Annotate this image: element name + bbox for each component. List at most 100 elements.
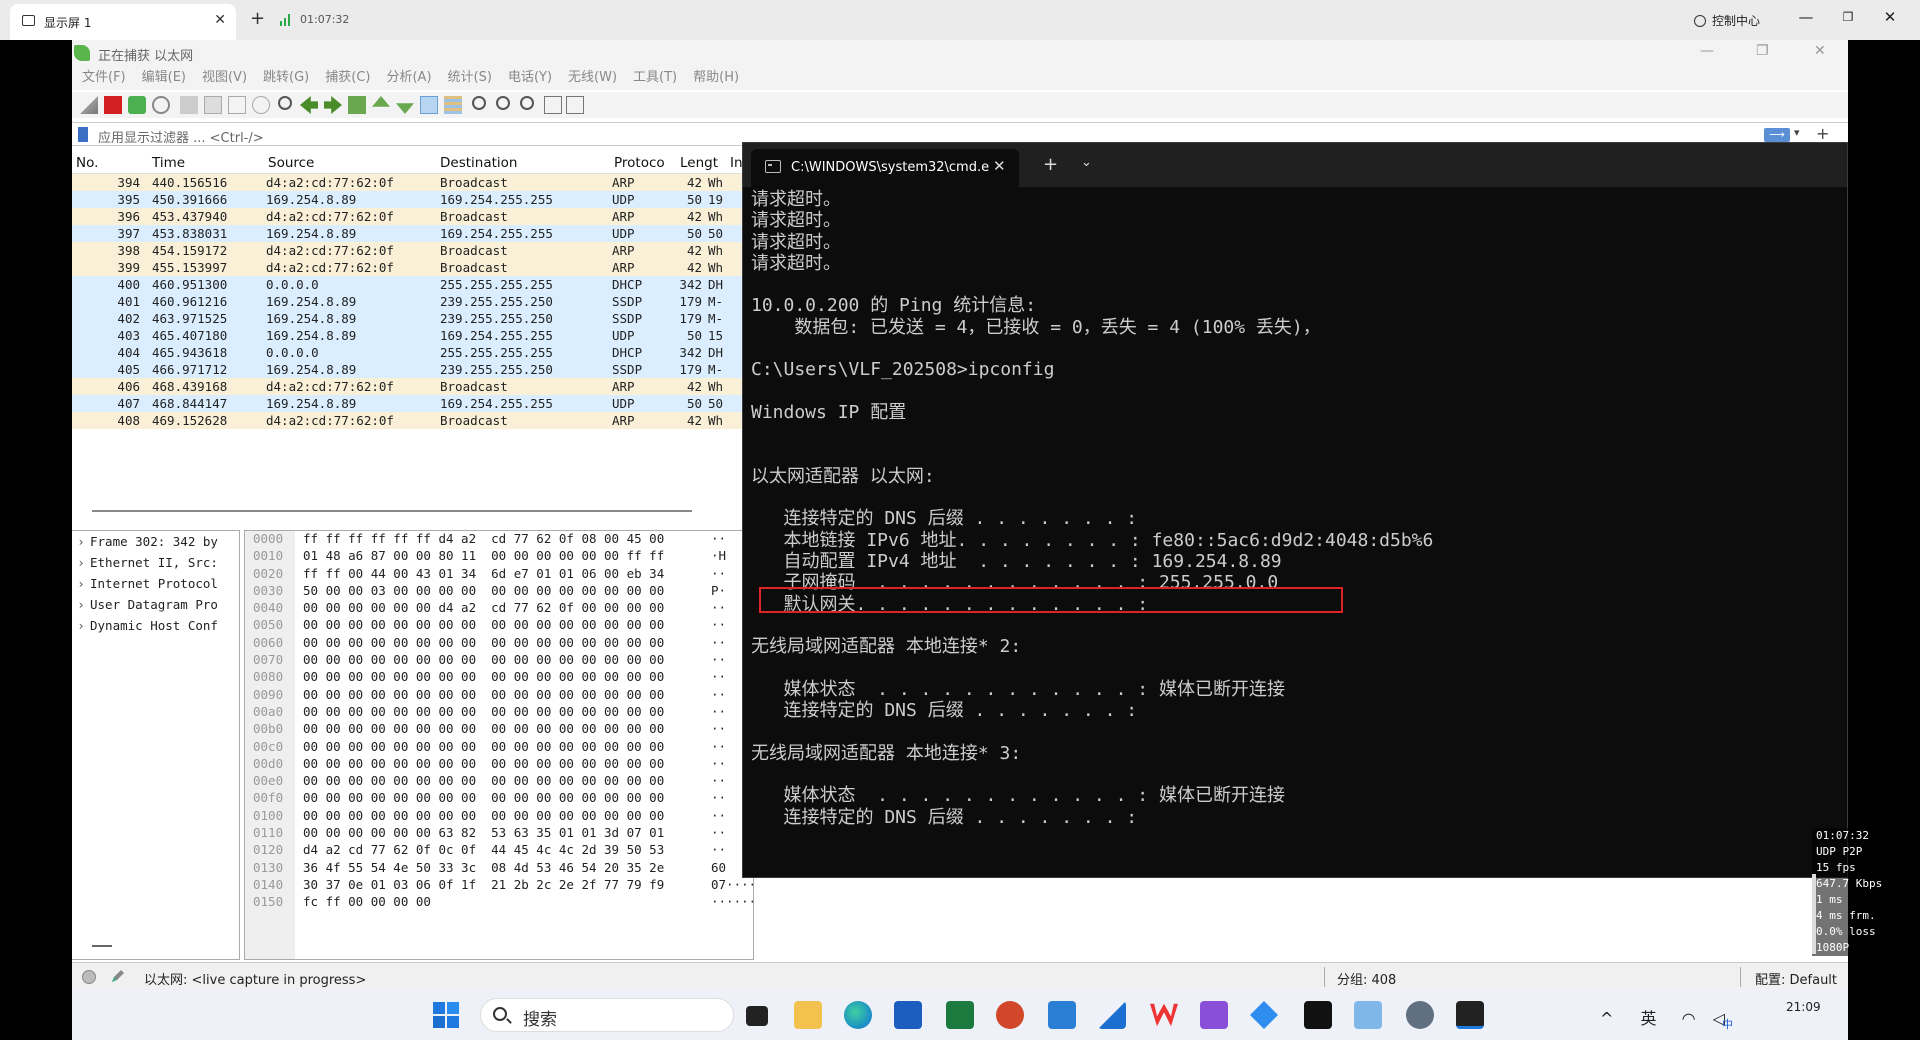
packet-row[interactable]: 400 460.951300 0.0.0.0 255.255.255.255 DHCP 3… bbox=[72, 276, 752, 293]
packet-row[interactable]: 402 463.971525 169.254.8.89 239.255.255.250… bbox=[72, 310, 752, 327]
col-time[interactable]: Time bbox=[152, 155, 185, 171]
new-tab-button[interactable]: + bbox=[250, 8, 265, 29]
open-file-icon[interactable] bbox=[180, 96, 198, 114]
expand-arrow-icon[interactable]: › bbox=[72, 531, 90, 552]
first-packet-icon[interactable] bbox=[372, 96, 390, 107]
go-to-packet-icon[interactable] bbox=[348, 96, 366, 114]
menu-item[interactable]: 捕获(C) bbox=[325, 66, 370, 90]
packet-row[interactable]: 399 455.153997 d4:a2:cd:77:62:0f Broadcast A… bbox=[72, 259, 752, 276]
wireshark-taskbar-icon[interactable] bbox=[1098, 1001, 1126, 1029]
col-no[interactable]: No. bbox=[76, 155, 98, 171]
visual-studio-icon[interactable] bbox=[1200, 1001, 1228, 1029]
detail-item[interactable]: › Internet Protocol bbox=[72, 573, 239, 594]
hex-row[interactable]: 0070 00 00 00 00 00 00 00 00 00 00 00 00 … bbox=[245, 652, 753, 669]
menu-item[interactable]: 电话(Y) bbox=[508, 66, 552, 90]
save-file-icon[interactable] bbox=[204, 96, 222, 114]
capture-options-icon[interactable] bbox=[152, 96, 170, 114]
menu-item[interactable]: 工具(T) bbox=[633, 66, 677, 90]
hex-row[interactable]: 0010 01 48 a6 87 00 00 80 11 00 00 00 00 … bbox=[245, 548, 753, 565]
chevron-up-icon[interactable]: ^ bbox=[1600, 1009, 1613, 1028]
close-icon[interactable]: ✕ bbox=[214, 12, 226, 28]
packet-row[interactable]: 405 466.971712 169.254.8.89 239.255.255.250… bbox=[72, 361, 752, 378]
profile-label[interactable]: 配置: Default bbox=[1755, 969, 1837, 988]
menu-item[interactable]: 编辑(E) bbox=[142, 66, 186, 90]
wifi-icon[interactable]: ◠ bbox=[1682, 1009, 1696, 1028]
input-language[interactable]: 英 bbox=[1641, 1009, 1657, 1028]
normal-size-icon[interactable] bbox=[520, 96, 534, 110]
detail-item[interactable]: › Dynamic Host Conf bbox=[72, 615, 239, 636]
hex-row[interactable]: 0140 30 37 0e 01 03 06 0f 1f 21 2b 2c 2e … bbox=[245, 877, 753, 894]
settings-gear-icon[interactable] bbox=[1406, 1001, 1434, 1029]
snipping-tool-icon[interactable] bbox=[1354, 1001, 1382, 1029]
control-center-button[interactable]: 控制中心 bbox=[1694, 12, 1760, 29]
packet-row[interactable]: 395 450.391666 169.254.8.89 169.254.255.255… bbox=[72, 191, 752, 208]
detail-item[interactable]: › Ethernet II, Src: bbox=[72, 552, 239, 573]
wps-icon[interactable] bbox=[1150, 1003, 1178, 1027]
windows-start-icon[interactable] bbox=[432, 1001, 460, 1029]
hex-row[interactable]: 0120 d4 a2 cd 77 62 0f 0c 0f 44 45 4c 4c … bbox=[245, 842, 753, 859]
hex-row[interactable]: 00a0 00 00 00 00 00 00 00 00 00 00 00 00 … bbox=[245, 704, 753, 721]
detail-item[interactable]: › User Datagram Pro bbox=[72, 594, 239, 615]
edit-comment-icon[interactable] bbox=[110, 968, 126, 984]
file-explorer-icon[interactable] bbox=[794, 1001, 822, 1029]
terminal-icon[interactable] bbox=[1456, 1001, 1484, 1029]
col-source[interactable]: Source bbox=[268, 155, 314, 171]
hex-row[interactable]: 0100 00 00 00 00 00 00 00 00 00 00 00 00 … bbox=[245, 808, 753, 825]
expert-info-icon[interactable] bbox=[82, 970, 96, 984]
cmd-tab[interactable]: C:\WINDOWS\system32\cmd.e ✕ bbox=[751, 149, 1019, 187]
hex-row[interactable]: 00d0 00 00 00 00 00 00 00 00 00 00 00 00 … bbox=[245, 756, 753, 773]
layout-icon[interactable] bbox=[566, 96, 584, 114]
packet-row[interactable]: 398 454.159172 d4:a2:cd:77:62:0f Broadcast A… bbox=[72, 242, 752, 259]
colorize-icon[interactable] bbox=[444, 96, 462, 114]
autoscroll-icon[interactable] bbox=[420, 96, 438, 114]
remote-display-tab[interactable]: 显示屏 1 ✕ bbox=[10, 4, 236, 40]
hex-row[interactable]: 0090 00 00 00 00 00 00 00 00 00 00 00 00 … bbox=[245, 687, 753, 704]
packet-row[interactable]: 401 460.961216 169.254.8.89 239.255.255.250… bbox=[72, 293, 752, 310]
menu-item[interactable]: 分析(A) bbox=[386, 66, 431, 90]
expand-arrow-icon[interactable]: › bbox=[72, 573, 90, 594]
packet-row[interactable]: 406 468.439168 d4:a2:cd:77:62:0f Broadcast A… bbox=[72, 378, 752, 395]
packet-row[interactable]: 407 468.844147 169.254.8.89 169.254.255.255… bbox=[72, 395, 752, 412]
packet-row[interactable]: 396 453.437940 d4:a2:cd:77:62:0f Broadcast A… bbox=[72, 208, 752, 225]
packet-row[interactable]: 403 465.407180 169.254.8.89 169.254.255.255… bbox=[72, 327, 752, 344]
hex-row[interactable]: 00b0 00 00 00 00 00 00 00 00 00 00 00 00 … bbox=[245, 721, 753, 738]
chevron-down-icon[interactable]: ▾ bbox=[1794, 126, 1800, 139]
close-file-icon[interactable] bbox=[228, 96, 246, 114]
expand-arrow-icon[interactable]: › bbox=[72, 594, 90, 615]
hex-row[interactable]: 0080 00 00 00 00 00 00 00 00 00 00 00 00 … bbox=[245, 669, 753, 686]
cursor-icon[interactable] bbox=[1304, 1001, 1332, 1029]
new-terminal-tab-button[interactable]: + bbox=[1043, 154, 1058, 175]
packet-row[interactable]: 397 453.838031 169.254.8.89 169.254.255.255… bbox=[72, 225, 752, 242]
apply-filter-button[interactable]: ⟶ bbox=[1764, 128, 1790, 142]
go-back-icon[interactable] bbox=[300, 96, 318, 114]
edge-icon[interactable] bbox=[844, 1001, 872, 1029]
hex-row[interactable]: 00c0 00 00 00 00 00 00 00 00 00 00 00 00 … bbox=[245, 739, 753, 756]
menu-item[interactable]: 帮助(H) bbox=[693, 66, 739, 90]
expand-arrow-icon[interactable]: › bbox=[72, 552, 90, 573]
packet-list-scrollbar[interactable] bbox=[92, 510, 692, 512]
zoom-out-icon[interactable] bbox=[496, 96, 510, 110]
hex-row[interactable]: 0050 00 00 00 00 00 00 00 00 00 00 00 00 … bbox=[245, 617, 753, 634]
restart-capture-icon[interactable] bbox=[128, 96, 146, 114]
chevron-down-icon[interactable]: ⌄ bbox=[1081, 155, 1092, 170]
details-scrollbar[interactable] bbox=[92, 945, 112, 947]
hex-row[interactable]: 0030 50 00 00 03 00 00 00 00 00 00 00 00 … bbox=[245, 583, 753, 600]
col-protocol[interactable]: Protoco bbox=[614, 155, 665, 171]
menu-item[interactable]: 跳转(G) bbox=[263, 66, 309, 90]
col-destination[interactable]: Destination bbox=[440, 155, 517, 171]
close-icon[interactable]: ✕ bbox=[993, 157, 1006, 175]
reload-icon[interactable] bbox=[252, 96, 270, 114]
hex-row[interactable]: 00f0 00 00 00 00 00 00 00 00 00 00 00 00 … bbox=[245, 790, 753, 807]
packet-row[interactable]: 404 465.943618 0.0.0.0 255.255.255.255 DHCP 3… bbox=[72, 344, 752, 361]
taskbar-search[interactable]: 搜索 bbox=[480, 998, 734, 1032]
hex-row[interactable]: 0150 fc ff 00 00 00 00 ······ bbox=[245, 894, 753, 911]
col-length[interactable]: Lengt bbox=[680, 155, 718, 171]
ime-indicator[interactable]: 中 bbox=[1722, 1016, 1733, 1032]
expand-arrow-icon[interactable]: › bbox=[72, 615, 90, 636]
word-icon[interactable] bbox=[894, 1001, 922, 1029]
feishu-icon[interactable] bbox=[1250, 1001, 1278, 1029]
powerpoint-icon[interactable] bbox=[996, 1001, 1024, 1029]
minimize-button[interactable]: — bbox=[1796, 8, 1816, 26]
start-capture-icon[interactable] bbox=[80, 96, 98, 114]
cmd-output[interactable]: 请求超时。 请求超时。 请求超时。 请求超时。 10.0.0.200 的 Ping 统计… bbox=[751, 189, 1841, 828]
